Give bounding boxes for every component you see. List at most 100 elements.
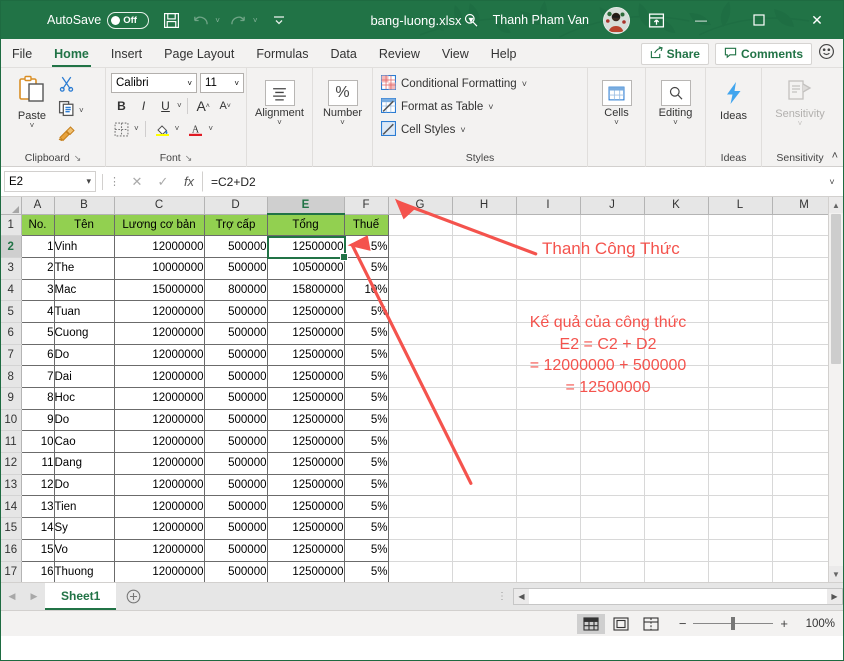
cell-k12[interactable] (644, 452, 709, 475)
cell-c7[interactable]: 12000000 (113, 344, 205, 367)
cells-button[interactable]: Cells ˅ (593, 78, 640, 127)
row-header-9[interactable]: 9 (1, 387, 22, 410)
cell-d12[interactable]: 500000 (203, 452, 268, 475)
row-header-3[interactable]: 3 (1, 257, 22, 280)
tab-insert[interactable]: Insert (100, 40, 153, 67)
cell-f17[interactable]: 5% (343, 561, 389, 582)
row-header-1[interactable]: 1 (1, 214, 22, 237)
cell-h13[interactable] (452, 474, 517, 497)
cell-i17[interactable] (516, 561, 581, 582)
insert-function-icon[interactable]: fx (176, 174, 202, 189)
add-sheet-icon[interactable] (116, 589, 150, 604)
font-size-select[interactable]: 11 ˅ (200, 73, 244, 93)
underline-caret-icon[interactable]: ˅ (177, 102, 182, 110)
tab-file[interactable]: File (1, 40, 43, 67)
cell-l4[interactable] (708, 279, 773, 302)
cell-m1[interactable] (772, 214, 837, 237)
format-as-table-caret-icon[interactable]: ˅ (488, 103, 493, 112)
cell-h12[interactable] (452, 452, 517, 475)
alignment-button[interactable]: Alignment ˅ (252, 78, 307, 127)
cell-d11[interactable]: 500000 (203, 430, 268, 454)
cell-c4[interactable]: 15000000 (113, 279, 205, 302)
cell-c12[interactable]: 12000000 (113, 452, 205, 475)
cell-j11[interactable] (580, 430, 645, 454)
cell-f7[interactable]: 5% (343, 344, 389, 367)
row-header-11[interactable]: 11 (1, 430, 22, 454)
cell-h10[interactable] (452, 409, 517, 432)
cell-k10[interactable] (644, 409, 709, 432)
cell-k13[interactable] (644, 474, 709, 497)
row-header-2[interactable]: 2 (1, 235, 22, 258)
cell-k1[interactable] (644, 214, 709, 237)
cell-m4[interactable] (772, 279, 837, 302)
borders-caret-icon[interactable]: ˅ (134, 125, 139, 133)
cell-styles-caret-icon[interactable]: ˅ (460, 126, 465, 135)
cell-a4[interactable]: 3 (20, 279, 55, 302)
cell-f1[interactable]: Thuế (343, 213, 389, 237)
cell-b6[interactable]: Cuong (53, 322, 115, 345)
cell-c16[interactable]: 12000000 (113, 539, 205, 562)
copy-icon[interactable] (58, 100, 75, 122)
cell-i15[interactable] (516, 517, 581, 540)
cell-i13[interactable] (516, 474, 581, 497)
cell-e12[interactable]: 12500000 (266, 452, 345, 475)
cell-m6[interactable] (772, 322, 837, 345)
cell-e10[interactable]: 12500000 (266, 409, 345, 432)
fill-color-icon[interactable] (152, 119, 173, 139)
cell-i14[interactable] (516, 495, 581, 519)
cell-e9[interactable]: 12500000 (266, 387, 345, 410)
cell-i10[interactable] (516, 409, 581, 432)
cell-d6[interactable]: 500000 (203, 322, 268, 345)
cell-b3[interactable]: The (53, 257, 115, 280)
format-as-table-button[interactable]: Format as Table ˅ (381, 96, 494, 118)
cell-g12[interactable] (388, 452, 453, 475)
row-header-14[interactable]: 14 (1, 495, 22, 519)
cell-c1[interactable]: Lương cơ bản (113, 213, 205, 237)
cell-l13[interactable] (708, 474, 773, 497)
cell-k11[interactable] (644, 430, 709, 454)
cell-b2[interactable]: Vinh (53, 235, 115, 258)
cell-g15[interactable] (388, 517, 453, 540)
cell-m16[interactable] (772, 539, 837, 562)
cell-c9[interactable]: 12000000 (113, 387, 205, 410)
font-name-select[interactable]: Calibri ˅ (111, 73, 197, 93)
cell-m10[interactable] (772, 409, 837, 432)
cell-a10[interactable]: 9 (20, 409, 55, 432)
cell-k4[interactable] (644, 279, 709, 302)
cell-b14[interactable]: Tien (53, 495, 115, 519)
cell-g13[interactable] (388, 474, 453, 497)
editing-caret-icon[interactable]: ˅ (673, 119, 678, 127)
cell-m14[interactable] (772, 495, 837, 519)
shrink-font-button[interactable]: A ˅ (215, 96, 236, 116)
fill-color-caret-icon[interactable]: ˅ (175, 125, 180, 133)
grow-font-button[interactable]: A ˄ (193, 96, 214, 116)
cell-g10[interactable] (388, 409, 453, 432)
cell-j3[interactable] (580, 257, 645, 280)
cell-m17[interactable] (772, 561, 837, 582)
share-button[interactable]: Share (640, 43, 709, 65)
cell-l17[interactable] (708, 561, 773, 582)
column-header-k[interactable]: K (644, 197, 709, 215)
cell-a17[interactable]: 16 (20, 561, 55, 582)
cell-l14[interactable] (708, 495, 773, 519)
cell-g6[interactable] (388, 322, 453, 345)
page-break-preview-icon[interactable] (637, 614, 665, 634)
cell-c3[interactable]: 10000000 (113, 257, 205, 280)
cell-f8[interactable]: 5% (343, 365, 389, 388)
row-header-10[interactable]: 10 (1, 409, 22, 432)
column-header-b[interactable]: B (54, 197, 115, 215)
row-header-17[interactable]: 17 (1, 561, 22, 582)
cell-d13[interactable]: 500000 (203, 474, 268, 497)
cell-g8[interactable] (388, 365, 453, 388)
cells-caret-icon[interactable]: ˅ (614, 119, 619, 127)
cell-f11[interactable]: 5% (343, 430, 389, 454)
cell-b10[interactable]: Do (53, 409, 115, 432)
cell-d16[interactable]: 500000 (203, 539, 268, 562)
ribbon-display-options-icon[interactable] (648, 12, 665, 29)
cell-a3[interactable]: 2 (20, 257, 55, 280)
cell-f15[interactable]: 5% (343, 517, 389, 540)
paste-button[interactable]: Paste ˅ (6, 72, 58, 130)
cell-m8[interactable] (772, 365, 837, 388)
cell-c13[interactable]: 12000000 (113, 474, 205, 497)
next-sheet-icon[interactable]: ▶ (23, 591, 45, 602)
